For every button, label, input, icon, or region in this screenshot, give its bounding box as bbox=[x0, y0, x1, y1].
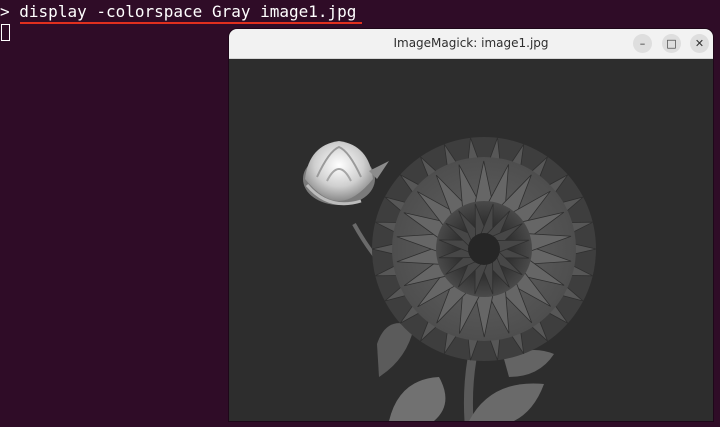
minimize-icon: – bbox=[639, 37, 646, 50]
imagemagick-window[interactable]: ImageMagick: image1.jpg – □ ✕ bbox=[229, 29, 713, 421]
dahlia-image bbox=[303, 137, 597, 421]
command-underline bbox=[20, 22, 362, 24]
minimize-button[interactable]: – bbox=[633, 34, 652, 53]
prompt-symbol: > bbox=[0, 2, 10, 21]
maximize-icon: □ bbox=[666, 37, 677, 50]
close-icon: ✕ bbox=[694, 37, 705, 50]
image-canvas[interactable] bbox=[229, 59, 713, 421]
maximize-button[interactable]: □ bbox=[662, 34, 681, 53]
command-line: > display -colorspace Gray image1.jpg bbox=[0, 1, 356, 23]
command-text: display -colorspace Gray image1.jpg bbox=[19, 2, 357, 21]
terminal-cursor bbox=[1, 24, 10, 41]
close-button[interactable]: ✕ bbox=[690, 34, 709, 53]
window-titlebar[interactable]: ImageMagick: image1.jpg – □ ✕ bbox=[229, 29, 713, 59]
